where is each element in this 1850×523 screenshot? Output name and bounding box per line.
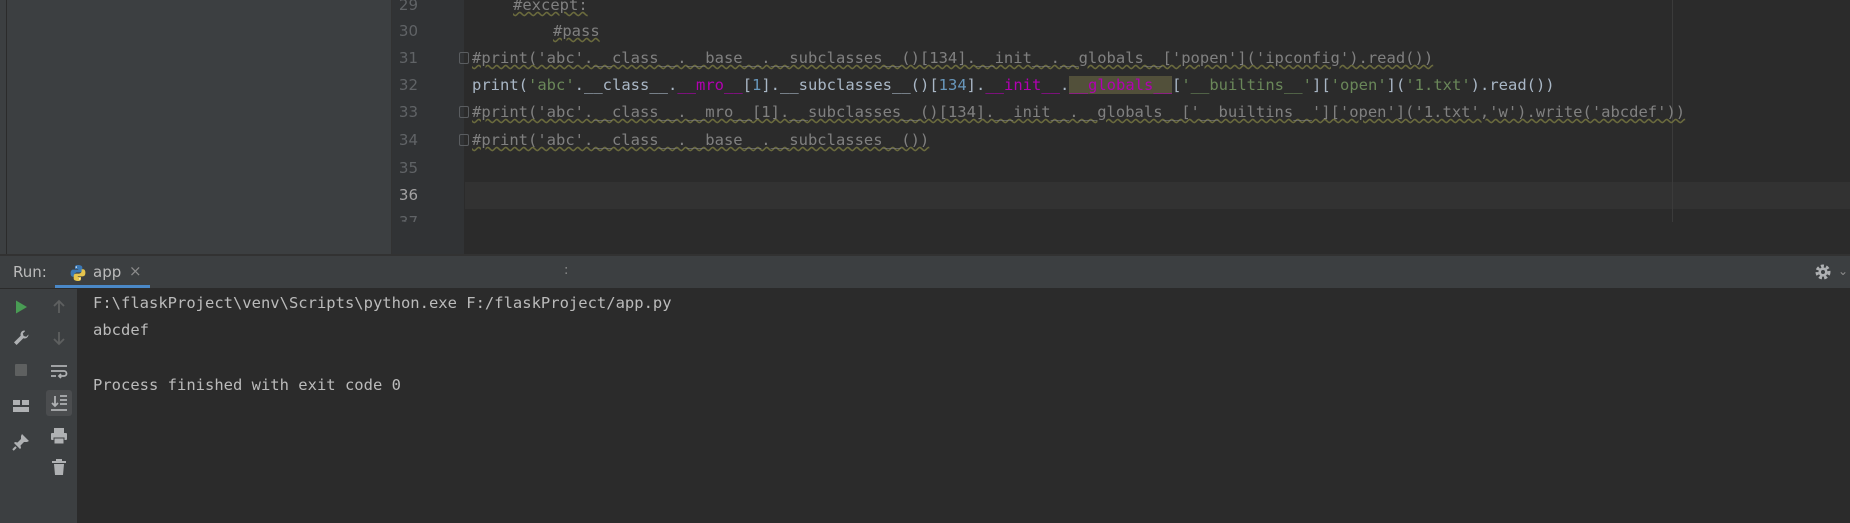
console-line-output: abcdef [93,321,149,339]
toolbar-separator: : [564,263,569,278]
highlighted-dunder-token: __globals__ [1069,76,1172,94]
scroll-to-end-icon[interactable] [46,390,72,416]
editor-area: 29 30 31 32 33 34 35 36 37 #except: #pas… [0,0,1850,254]
code-token: . [1059,76,1070,94]
dunder-token: __init__ [985,76,1060,94]
project-tree-pane[interactable] [0,0,392,254]
number-token: 1 [752,76,762,94]
code-token: ][ [1311,76,1331,94]
run-tab-app[interactable]: app × [55,256,150,288]
code-line-29[interactable]: #except: [513,0,588,19]
code-token: [ [1171,76,1182,94]
arrow-up-icon[interactable] [46,294,72,320]
line-number: 34 [398,131,418,149]
code-line-32[interactable]: print('abc'.__class__.__mro__[1].__subcl… [472,72,1555,99]
line-number-gutter: 29 30 31 32 33 34 35 36 37 [392,0,464,254]
code-line-30[interactable]: #pass [553,18,600,45]
run-tool-strip [0,289,42,523]
line-number: 31 [398,49,418,67]
comment-text: #print('abc'.__class__.__mro__[1].__subc… [472,103,1686,121]
comment-text: #print('abc'.__class__.__base__.__subcla… [472,49,1434,67]
code-line-33[interactable]: #print('abc'.__class__.__mro__[1].__subc… [472,99,1685,126]
line-number: 33 [398,103,418,121]
arrow-down-icon[interactable] [46,325,72,351]
string-token: '1.txt' [1405,76,1471,94]
line-number: 35 [398,159,418,177]
fold-marker-icon[interactable] [459,134,469,146]
active-tab-indicator [55,285,150,288]
layout-icon[interactable] [8,393,34,419]
close-icon[interactable]: × [129,262,142,280]
current-line-highlight [465,182,1850,209]
print-icon[interactable] [46,423,72,449]
line-number: 37 [398,213,418,222]
code-token: ).read()) [1470,76,1555,94]
wrench-icon[interactable] [8,325,34,351]
run-label: Run: [13,263,47,281]
code-token: .__class__. [574,76,678,94]
line-number: 29 [398,0,418,14]
pin-icon[interactable] [8,429,34,455]
comment-text: #pass [553,22,600,40]
line-number: 32 [398,76,418,94]
line-number: 30 [398,22,418,40]
code-token: ]( [1386,76,1406,94]
code-token: [ [742,76,752,94]
stop-icon[interactable] [8,357,34,383]
code-line-34[interactable]: #print('abc'.__class__.__base__.__subcla… [472,127,929,154]
string-token: 'abc' [528,76,575,94]
play-icon[interactable] [8,294,34,320]
console-tool-strip [41,289,78,523]
dunder-token: __mro__ [677,76,743,94]
gear-icon[interactable] [1812,261,1834,283]
comment-text: #print('abc'.__class__.__base__.__subcla… [472,131,930,149]
comment-text: #except: [513,0,588,14]
code-token: ].__subclasses__()[ [761,76,939,94]
code-line-31[interactable]: #print('abc'.__class__.__base__.__subcla… [472,45,1433,72]
python-icon [70,265,86,281]
console-line-command: F:\flaskProject\venv\Scripts\python.exe … [93,294,672,312]
code-token: ]. [966,76,986,94]
left-tool-stripe [0,0,7,254]
chevron-down-icon[interactable]: ⌄ [1838,264,1848,278]
run-toolbar: Run: app × : ⌄ [0,256,1850,289]
run-tab-label: app [93,263,122,281]
string-token: '__builtins__' [1181,76,1312,94]
fold-marker-icon[interactable] [459,52,469,64]
fold-marker-icon[interactable] [459,106,469,118]
number-token: 134 [938,76,967,94]
console-output[interactable] [78,289,1850,523]
console-line-exit-status: Process finished with exit code 0 [93,376,401,394]
code-token: print( [472,76,528,94]
line-number-current: 36 [398,186,418,204]
soft-wrap-icon[interactable] [46,359,72,385]
trash-icon[interactable] [46,454,72,480]
string-token: 'open' [1330,76,1387,94]
